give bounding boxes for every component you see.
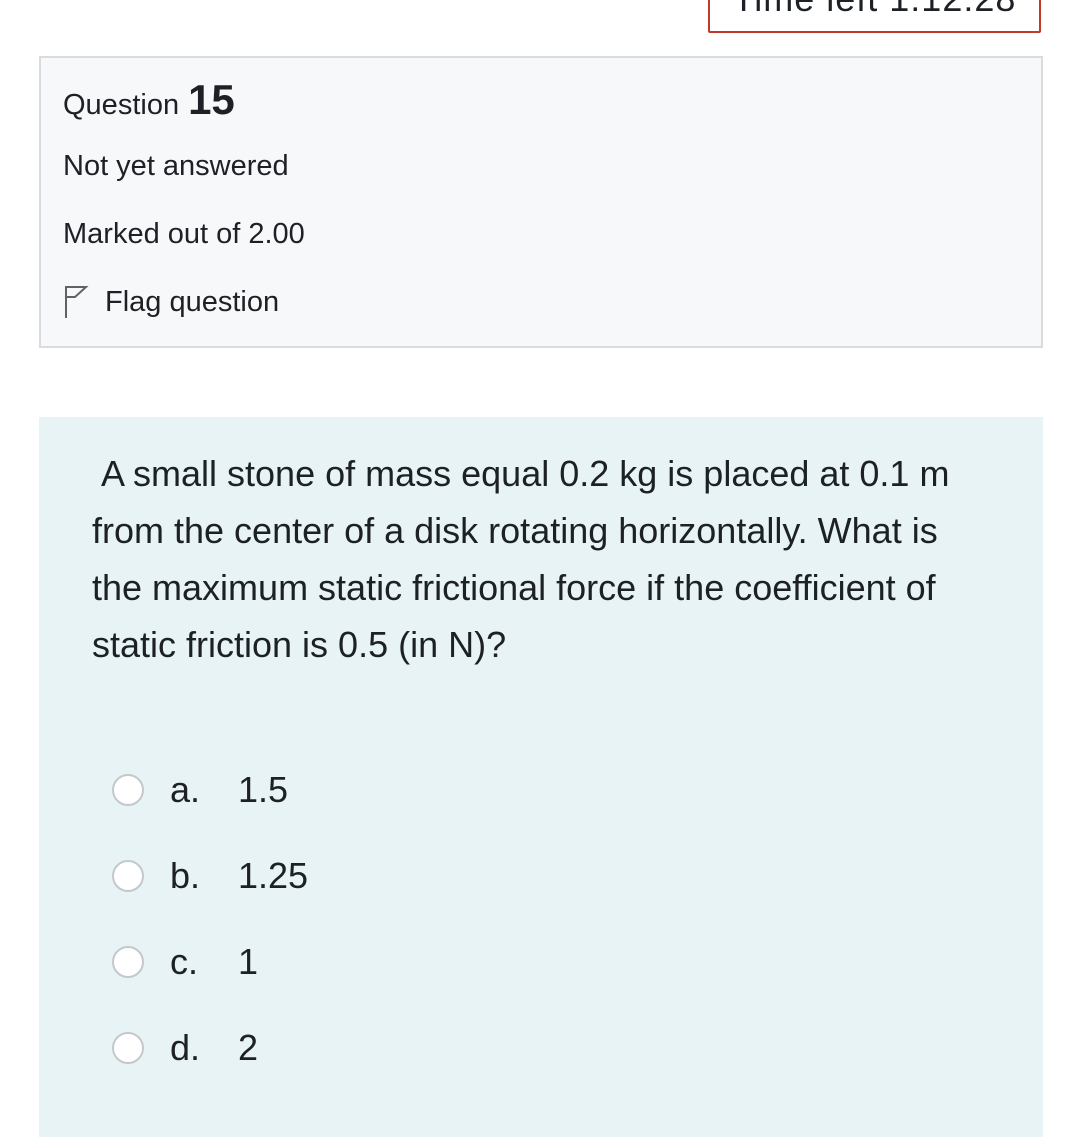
radio-button[interactable]	[112, 774, 144, 806]
answer-option-d[interactable]: d. 2	[112, 1005, 308, 1091]
answer-text: 1	[238, 941, 259, 982]
question-grade: Marked out of 2.00	[63, 218, 305, 250]
timer-text: Time left 1:12:28	[710, 0, 1039, 20]
answer-option-a[interactable]: a. 1.5	[112, 747, 308, 833]
radio-button[interactable]	[112, 946, 144, 978]
answer-letter: b.	[170, 855, 201, 896]
answer-letter: a.	[170, 769, 201, 810]
question-content: A small stone of mass equal 0.2 kg is pl…	[39, 417, 1043, 1137]
question-text: A small stone of mass equal 0.2 kg is pl…	[92, 453, 950, 665]
question-number: Question 15	[63, 76, 235, 124]
radio-button[interactable]	[112, 860, 144, 892]
question-number-label: Question	[63, 89, 180, 121]
answer-letter: d.	[170, 1027, 201, 1068]
quiz-page: Time left 1:12:28 Question 15 Not yet an…	[0, 0, 1080, 1137]
answer-text: 2	[238, 1027, 259, 1068]
flag-outline-icon	[63, 284, 89, 320]
answer-options: a. 1.5 b. 1.25 c. 1 d. 2	[112, 747, 308, 1091]
timer-box: Time left 1:12:28	[708, 0, 1041, 33]
answer-letter: c.	[170, 941, 199, 982]
answer-option-c[interactable]: c. 1	[112, 919, 308, 1005]
flag-question-label: Flag question	[105, 285, 280, 318]
answer-option-b[interactable]: b. 1.25	[112, 833, 308, 919]
radio-button[interactable]	[112, 1032, 144, 1064]
question-info-panel: Question 15 Not yet answered Marked out …	[39, 56, 1043, 348]
question-state: Not yet answered	[63, 150, 289, 182]
answer-text: 1.5	[238, 769, 289, 810]
answer-text: 1.25	[238, 855, 309, 896]
flag-question-link[interactable]: Flag question	[63, 284, 279, 320]
question-number-value: 15	[188, 76, 235, 123]
